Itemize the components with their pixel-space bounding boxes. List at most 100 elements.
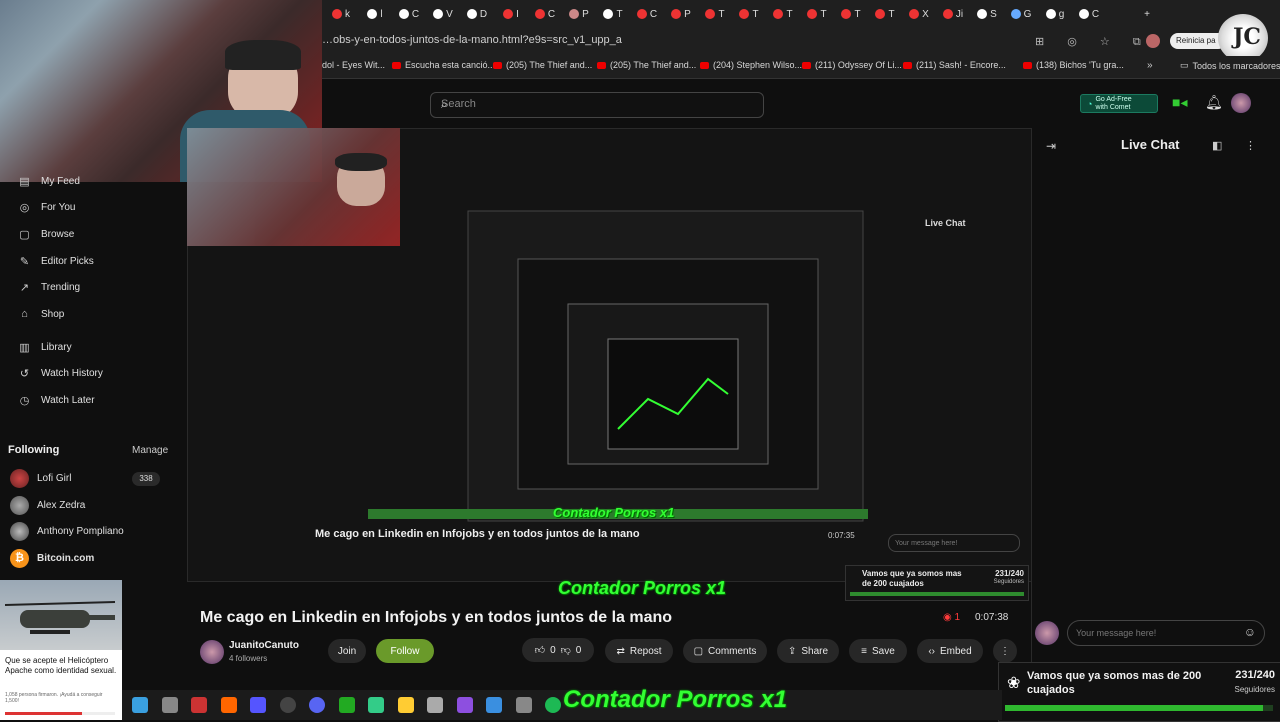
user-avatar[interactable]	[1231, 93, 1251, 113]
following-item[interactable]: Alex Zedra	[10, 496, 85, 515]
vivaldi-icon[interactable]	[250, 697, 266, 713]
spotify-icon[interactable]	[545, 697, 561, 713]
app-icon[interactable]	[427, 697, 443, 713]
sidebar-item-library[interactable]: ▥ Library	[18, 341, 71, 354]
go-live-icon[interactable]: ■◂	[1172, 94, 1187, 111]
vs-icon[interactable]	[132, 697, 148, 713]
follow-button[interactable]: Follow	[376, 639, 434, 663]
bookmark-item[interactable]: (205) The Thief and...	[597, 60, 696, 70]
bookmark-item[interactable]: (138) Bichos 'Tu gra...	[1023, 60, 1124, 70]
browser-tab[interactable]: C	[532, 6, 558, 22]
browser-tab[interactable]: X	[906, 6, 932, 22]
bookmark-item[interactable]: (211) Odyssey Of Li...	[802, 60, 902, 70]
bookmark-item[interactable]: dol - Eyes Wit...	[322, 60, 385, 70]
sidebar-item-shop[interactable]: ⌂ Shop	[18, 308, 64, 320]
bell-icon[interactable]: 🔔︎	[1205, 94, 1223, 111]
all-bookmarks-folder[interactable]: ▭ Todos los marcadores	[1180, 60, 1280, 71]
collapse-chat-icon[interactable]: ⇥	[1046, 139, 1056, 153]
browser-tab[interactable]: g	[1042, 6, 1068, 22]
chat-menu-icon[interactable]: ⋮	[1245, 139, 1256, 152]
search-input[interactable]: Search ⌕	[430, 92, 764, 118]
following-item[interactable]: Anthony Pompliano	[10, 522, 124, 541]
browser-tab[interactable]: C	[396, 6, 422, 22]
browser-tab[interactable]: T	[804, 6, 830, 22]
browser-tab[interactable]: D	[464, 6, 490, 22]
app-icon[interactable]	[368, 697, 384, 713]
embed-button[interactable]: ‹› Embed	[917, 639, 983, 663]
browser-tab[interactable]: T	[600, 6, 626, 22]
browser-tab[interactable]: C	[634, 6, 660, 22]
visual-studio-icon[interactable]	[456, 697, 473, 713]
popout-icon[interactable]: ◧	[1212, 139, 1222, 152]
folder-icon[interactable]	[397, 697, 414, 713]
discord-icon[interactable]	[309, 697, 325, 713]
url-text[interactable]: …obs-y-en-todos-juntos-de-la-mano.html?e…	[322, 34, 622, 46]
browser-tab[interactable]: G	[1008, 6, 1034, 22]
join-button[interactable]: Join	[328, 639, 366, 663]
sidebar-item-watch-history[interactable]: ↺ Watch History	[18, 367, 103, 380]
steam-icon[interactable]	[515, 697, 532, 713]
browser-tab[interactable]: P	[566, 6, 592, 22]
sidebar-item-watch-later[interactable]: ◷ Watch Later	[18, 394, 95, 407]
channel-name[interactable]: JuanitoCanuto	[229, 640, 299, 651]
browser-tab[interactable]: T	[872, 6, 898, 22]
channel-avatar[interactable]	[200, 640, 224, 664]
profile-avatar[interactable]	[1146, 34, 1160, 48]
chat-input[interactable]: Your message here! ☺	[1067, 620, 1265, 646]
youtube-icon	[802, 61, 811, 69]
more-options-icon[interactable]: ⋮	[993, 639, 1017, 663]
repost-button[interactable]: ⇄ Repost	[605, 639, 673, 663]
new-tab-icon[interactable]: +	[1134, 6, 1160, 22]
editor-picks-icon: ✎	[19, 256, 30, 268]
sidebar-item-trending[interactable]: ↗ Trending	[18, 281, 80, 294]
sidebar-item-my-feed[interactable]: ▤ My Feed	[18, 175, 80, 188]
sidebar-item-for-you[interactable]: ◎ For You	[18, 201, 76, 214]
goal-label: Seguidores	[1234, 685, 1275, 694]
files-icon[interactable]	[161, 697, 178, 713]
share-button[interactable]: ⇪ Share	[777, 639, 839, 663]
browser-tab[interactable]: C	[1076, 6, 1102, 22]
browser-tab[interactable]: T	[702, 6, 728, 22]
sidebar-item-browse[interactable]: ▢ Browse	[18, 228, 74, 241]
bookmark-item[interactable]: (205) The Thief and...	[493, 60, 592, 70]
bookmark-item[interactable]: Escucha esta canció...	[392, 60, 495, 70]
channel-avatar	[10, 522, 29, 541]
petition-card[interactable]: Que se acepte el Helicóptero Apache como…	[0, 580, 122, 720]
app-icon[interactable]	[191, 697, 207, 713]
browser-tab[interactable]: T	[736, 6, 762, 22]
chat-user-avatar	[1035, 621, 1059, 645]
browser-tab[interactable]: Ji	[940, 6, 966, 22]
browser-tab[interactable]: l	[362, 6, 388, 22]
tab-favicon-icon	[671, 9, 682, 19]
save-button[interactable]: ≡ Save	[849, 639, 907, 663]
manage-link[interactable]: Manage	[132, 445, 168, 456]
browser-tab[interactable]: k	[328, 6, 354, 22]
thumbs-down-icon[interactable]: 👎︎	[561, 644, 571, 656]
sidebar-item-editor-picks[interactable]: ✎ Editor Picks	[18, 255, 94, 268]
brave-icon[interactable]	[220, 697, 237, 713]
browser-tab[interactable]: V	[430, 6, 456, 22]
browser-tab[interactable]: T	[838, 6, 864, 22]
comments-button[interactable]: ▢ Comments	[683, 639, 767, 663]
tool-icon[interactable]	[338, 697, 355, 713]
more-bookmarks-icon[interactable]: »	[1147, 60, 1153, 71]
bookmark-item[interactable]: (211) Sash! - Encore...	[903, 60, 1006, 70]
obs-icon[interactable]	[279, 697, 296, 713]
thumbs-up-icon[interactable]: 👍︎	[535, 644, 545, 656]
tab-favicon-icon	[841, 9, 852, 19]
library-icon: ▥	[19, 342, 30, 354]
browser-tab[interactable]: T	[770, 6, 796, 22]
bookmark-item[interactable]: (204) Stephen Wilso...	[700, 60, 802, 70]
browser-tab[interactable]: P	[668, 6, 694, 22]
live-viewers: ◉ 1	[943, 612, 961, 623]
following-item[interactable]: ₿ Bitcoin.com	[10, 549, 94, 568]
browser-tab[interactable]: S	[974, 6, 1000, 22]
search-icon[interactable]: ⌕	[441, 97, 755, 112]
go-ad-free-button[interactable]: ◔ Go Ad-Free with Comet	[1080, 94, 1158, 113]
browser-tab[interactable]: I	[498, 6, 524, 22]
emoji-icon[interactable]: ☺	[1244, 625, 1256, 639]
toolbar-icons[interactable]: ⊞ ◎ ☆ ⧉	[1035, 35, 1151, 49]
vscode-icon[interactable]	[486, 697, 502, 713]
history-icon: ↺	[19, 368, 30, 380]
following-item[interactable]: Lofi Girl	[10, 469, 71, 488]
